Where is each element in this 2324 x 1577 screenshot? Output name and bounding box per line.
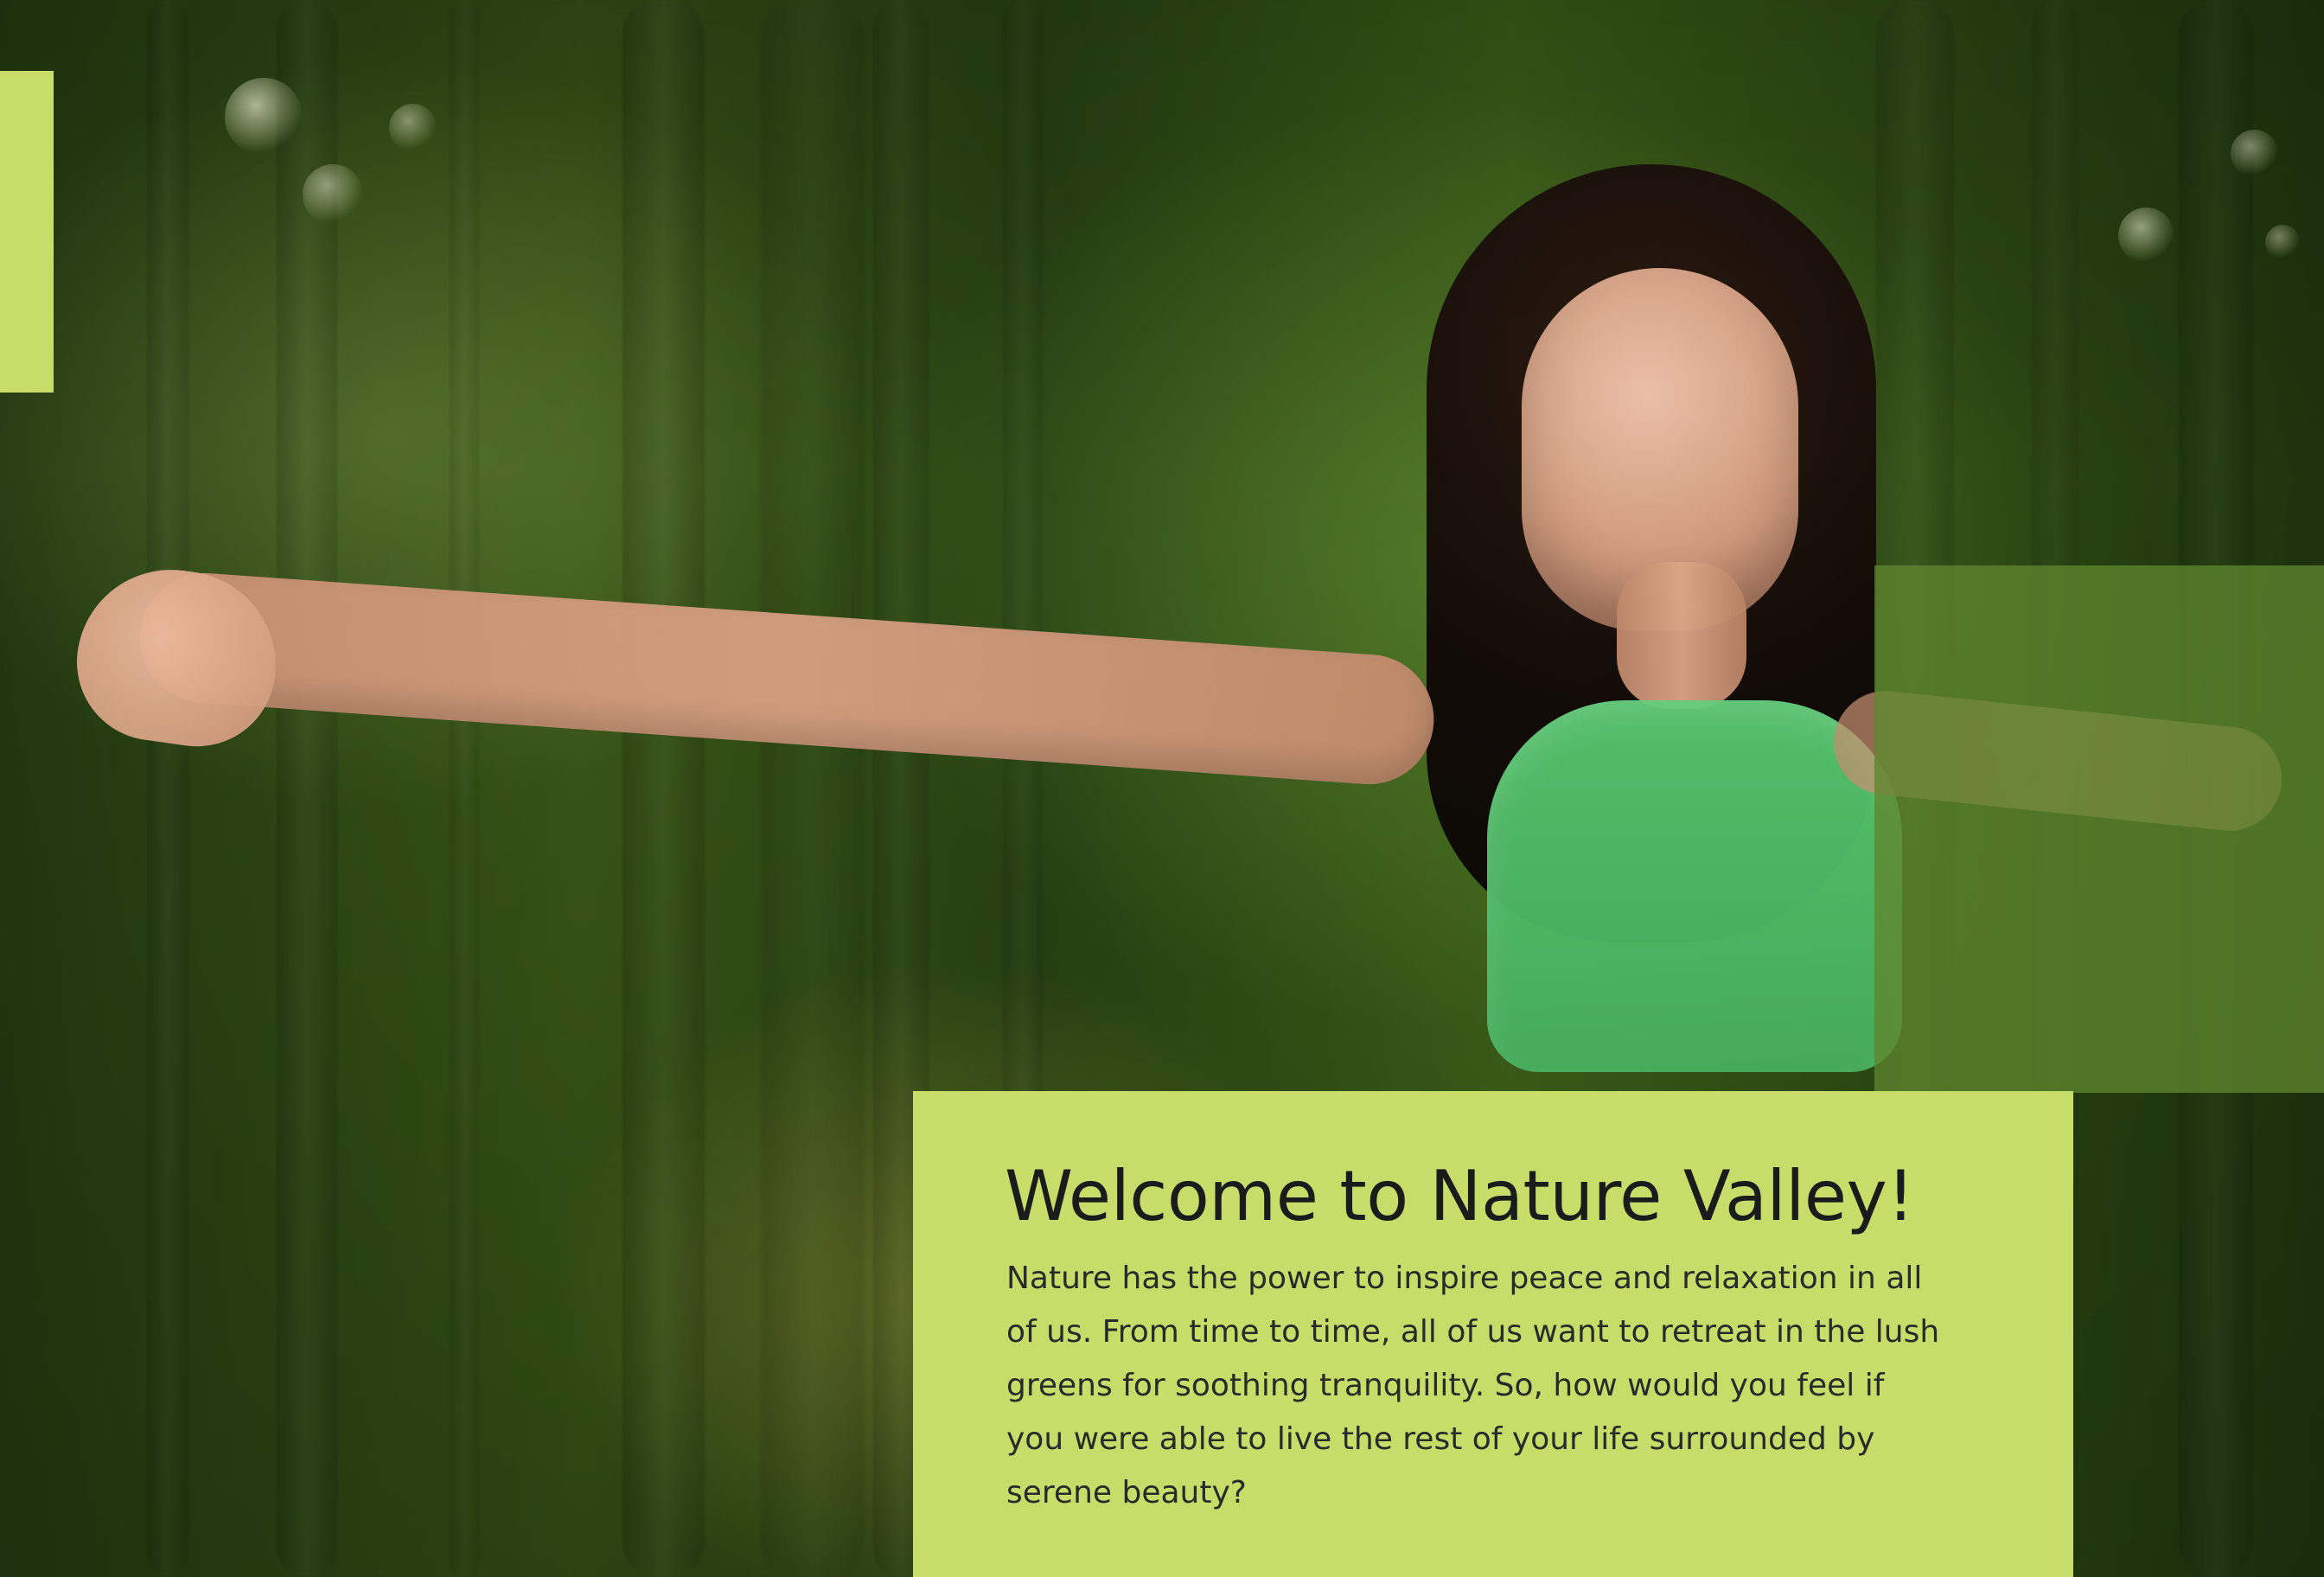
bokeh-light <box>2231 130 2278 177</box>
bokeh-light <box>389 104 437 151</box>
bamboo-stalk <box>761 0 865 1577</box>
bokeh-light <box>2265 225 2300 259</box>
tint-overlay-right <box>1874 565 2324 1093</box>
bokeh-light <box>303 164 363 225</box>
accent-block-top-left <box>0 71 54 393</box>
page: Welcome to Nature Valley! Nature has the… <box>0 0 2324 1577</box>
bokeh-light <box>225 78 303 156</box>
bokeh-light <box>2118 208 2174 264</box>
welcome-title: Welcome to Nature Valley! <box>1005 1156 1914 1236</box>
bamboo-stalk <box>622 0 705 1577</box>
bamboo-stalk <box>147 0 188 1577</box>
bamboo-stalk <box>450 0 479 1577</box>
welcome-card: Welcome to Nature Valley! Nature has the… <box>913 1091 2073 1577</box>
welcome-body: Nature has the power to inspire peace an… <box>1006 1261 1940 1510</box>
bamboo-stalk <box>277 0 337 1577</box>
